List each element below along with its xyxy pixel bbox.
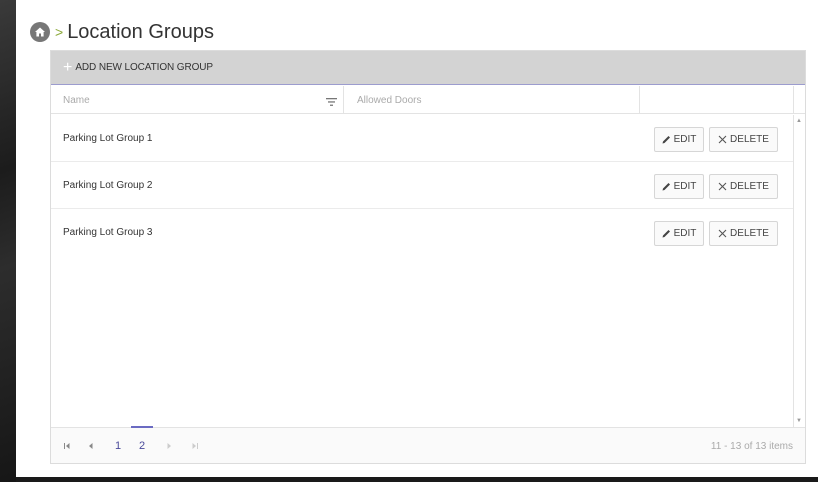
column-divider [639,86,640,114]
delete-button[interactable]: DELETE [709,221,778,246]
pencil-icon [662,182,671,191]
page-title: Location Groups [67,20,214,43]
column-header-allowed-doors[interactable]: Allowed Doors [357,86,421,114]
edit-label: EDIT [673,228,697,239]
page-2-button[interactable]: 2 [139,428,145,464]
edit-label: EDIT [673,134,697,145]
scroll-up-icon[interactable]: ▲ [796,118,802,124]
column-header-name-label: Name [63,94,90,106]
edit-button[interactable]: EDIT [654,174,704,199]
edit-label: EDIT [673,181,697,192]
column-divider [343,86,344,114]
close-icon [718,182,727,191]
delete-label: DELETE [730,181,769,192]
column-header-name[interactable]: Name [63,86,343,114]
filter-icon[interactable] [326,94,337,112]
previous-page-icon[interactable] [87,428,95,464]
home-icon[interactable] [30,22,50,42]
delete-button[interactable]: DELETE [709,174,778,199]
delete-label: DELETE [730,228,769,239]
pager: 1 2 11 - 13 of 13 items [51,426,805,464]
breadcrumb: > Location Groups [30,21,214,43]
vertical-scrollbar[interactable]: ▲ ▼ [793,115,805,427]
delete-label: DELETE [730,134,769,145]
delete-button[interactable]: DELETE [709,127,778,152]
edit-button[interactable]: EDIT [654,221,704,246]
scroll-down-icon[interactable]: ▼ [796,418,802,424]
table-row[interactable]: Parking Lot Group 1 EDIT DELETE [51,115,793,162]
plus-icon: + [63,58,73,76]
close-icon [718,229,727,238]
pencil-icon [662,229,671,238]
add-location-group-label: ADD NEW LOCATION GROUP [75,62,213,73]
grid-header: Name Allowed Doors [51,86,805,114]
edit-button[interactable]: EDIT [654,127,704,152]
column-divider [793,86,794,114]
table-row[interactable]: Parking Lot Group 3 EDIT DELETE [51,209,793,256]
row-name: Parking Lot Group 3 [63,227,153,238]
last-page-icon[interactable] [191,428,199,464]
location-groups-grid: + ADD NEW LOCATION GROUP Name Allowed Do… [50,50,806,464]
close-icon [718,135,727,144]
table-row[interactable]: Parking Lot Group 2 EDIT DELETE [51,162,793,209]
next-page-icon[interactable] [165,428,173,464]
first-page-icon[interactable] [63,428,71,464]
pencil-icon [662,135,671,144]
row-name: Parking Lot Group 2 [63,180,153,191]
bottom-edge [16,477,818,482]
row-name: Parking Lot Group 1 [63,133,153,144]
column-header-allowed-doors-label: Allowed Doors [357,94,422,106]
grid-body: Parking Lot Group 1 EDIT DELETE Parking … [51,115,793,427]
pager-info: 11 - 13 of 13 items [710,440,793,452]
breadcrumb-separator: > [55,24,64,40]
add-location-group-button[interactable]: + ADD NEW LOCATION GROUP [51,51,805,85]
page-1-button[interactable]: 1 [115,428,121,464]
